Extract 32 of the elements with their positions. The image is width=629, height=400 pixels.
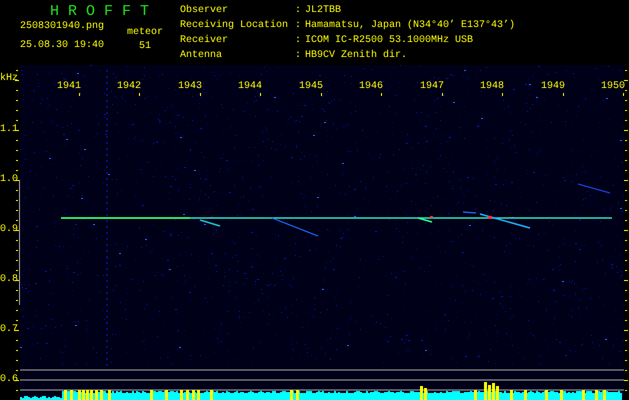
field-value: ICOM IC-R2500 53.1000MHz USB [305,35,474,48]
field-value: HB9CV Zenith dir. [305,50,408,63]
file-name: 2508301940.png [20,21,106,33]
field-label: Antenna [180,50,224,63]
count-label: meteor [126,27,163,39]
app-title: H R O F F T [50,3,150,20]
time-label: 1946 [358,81,383,93]
time-label: 1947 [418,81,444,93]
count-value: 51 [138,41,151,53]
field-value: JL2TBB [305,5,342,18]
frequency-label: 0.9 [0,224,15,236]
time-label: 1950 [600,81,625,93]
frequency-label: 1.0 [0,174,15,186]
unit-label: kHz [0,73,18,85]
field-label: Receiver [180,35,230,48]
date-time: 25.08.30 19:40 [20,40,106,52]
separator: : [295,20,302,33]
field-value: Hamamatsu, Japan (N34°40’ E137°43’) [305,20,516,33]
frequency-label: 0.7 [0,324,15,336]
time-label: 1949 [540,81,565,93]
separator: : [295,35,302,48]
time-label: 1942 [116,81,141,93]
time-label: 1943 [176,81,202,93]
time-label: 1941 [56,81,81,93]
field-label: Observer [180,5,230,18]
separator: : [295,50,302,63]
frequency-label: 0.8 [0,274,15,286]
time-label: 1945 [298,81,323,93]
time-label: 1944 [236,81,262,93]
time-label: 1948 [478,81,504,93]
separator: : [295,5,302,18]
field-label: Receiving Location [180,20,290,33]
